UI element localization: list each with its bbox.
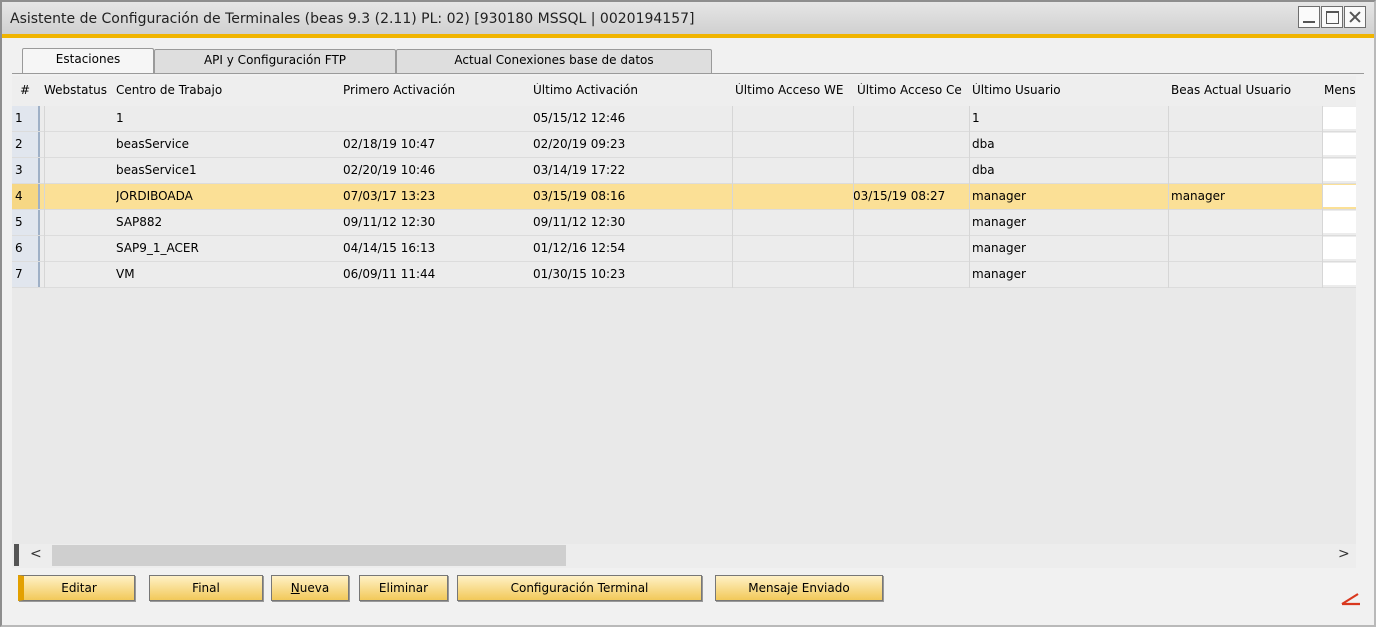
cell-mensaje[interactable]: [1323, 107, 1356, 129]
cell-ultimo: 01/30/15 10:23: [533, 267, 626, 281]
cell-mensaje[interactable]: [1323, 133, 1356, 155]
row-number[interactable]: 7: [12, 262, 40, 287]
column-divider: [44, 106, 45, 288]
horizontal-scrollbar[interactable]: < >: [12, 544, 1356, 568]
resize-grip-icon[interactable]: [1340, 590, 1364, 606]
column-divider: [853, 106, 854, 288]
cell-primero: 06/09/11 11:44: [343, 267, 436, 281]
column-divider: [1322, 106, 1323, 288]
terminal-config-window: Asistente de Configuración de Terminales…: [0, 0, 1376, 627]
row-number[interactable]: 6: [12, 236, 40, 261]
window-title: Asistente de Configuración de Terminales…: [10, 11, 695, 27]
cell-actual-usuario: manager: [1171, 189, 1225, 203]
scroll-right-icon[interactable]: >: [1338, 546, 1350, 562]
cell-centro: beasService1: [116, 163, 197, 177]
tab-divider: [12, 73, 1364, 74]
cell-centro: 1: [116, 111, 124, 125]
stations-grid[interactable]: # Webstatus Centro de Trabajo Primero Ac…: [12, 76, 1356, 544]
nueva-button[interactable]: Nueva: [271, 575, 349, 601]
cell-usuario: manager: [972, 267, 1026, 281]
title-bar[interactable]: Asistente de Configuración de Terminales…: [2, 2, 1374, 38]
cell-ultimo: 03/14/19 17:22: [533, 163, 626, 177]
col-header-actual-usuario[interactable]: Beas Actual Usuario: [1171, 83, 1319, 97]
close-icon[interactable]: [1344, 6, 1366, 28]
cell-centro: SAP9_1_ACER: [116, 241, 199, 255]
table-row[interactable]: 2 beasService 02/18/19 10:47 02/20/19 09…: [12, 132, 1356, 158]
scrollbar-left-marker: [14, 544, 19, 566]
cell-usuario: dba: [972, 163, 995, 177]
table-row[interactable]: 5 SAP882 09/11/12 12:30 09/11/12 12:30 m…: [12, 210, 1356, 236]
row-number[interactable]: 3: [12, 158, 40, 183]
row-number[interactable]: 1: [12, 106, 40, 131]
grid-header: # Webstatus Centro de Trabajo Primero Ac…: [12, 76, 1356, 106]
col-header-ultimo[interactable]: Último Activación: [533, 83, 733, 97]
col-header-number[interactable]: #: [20, 83, 38, 97]
cell-centro: SAP882: [116, 215, 163, 229]
table-row[interactable]: 7 VM 06/09/11 11:44 01/30/15 10:23 manag…: [12, 262, 1356, 288]
col-header-webstatus[interactable]: Webstatus: [44, 83, 116, 97]
cell-ultimo: 05/15/12 12:46: [533, 111, 626, 125]
cell-mensaje[interactable]: [1323, 185, 1356, 207]
cell-mensaje[interactable]: [1323, 159, 1356, 181]
tab-estaciones[interactable]: Estaciones: [22, 48, 154, 74]
cell-mensaje[interactable]: [1323, 237, 1356, 259]
cell-acceso-ce: 03/15/19 08:27: [853, 189, 946, 203]
row-number[interactable]: 5: [12, 210, 40, 235]
cell-mensaje[interactable]: [1323, 263, 1356, 285]
nueva-hotkey-letter: N: [290, 581, 300, 595]
cell-usuario: manager: [972, 215, 1026, 229]
col-header-acceso-ce[interactable]: Último Acceso Ce: [857, 83, 969, 97]
cell-primero: 09/11/12 12:30: [343, 215, 436, 229]
maximize-icon[interactable]: [1321, 6, 1343, 28]
cell-ultimo: 01/12/16 12:54: [533, 241, 626, 255]
row-number[interactable]: 4: [12, 184, 40, 209]
column-divider: [1168, 106, 1169, 288]
col-header-mensaje[interactable]: Mens: [1324, 83, 1356, 97]
cell-ultimo: 09/11/12 12:30: [533, 215, 626, 229]
tab-conexiones-db[interactable]: Actual Conexiones base de datos: [396, 49, 712, 73]
col-header-centro[interactable]: Centro de Trabajo: [116, 83, 336, 97]
col-header-usuario[interactable]: Último Usuario: [972, 83, 1167, 97]
cell-usuario: manager: [972, 241, 1026, 255]
eliminar-button[interactable]: Eliminar: [359, 575, 448, 601]
cell-primero: 07/03/17 13:23: [343, 189, 436, 203]
cell-usuario: manager: [972, 189, 1026, 203]
cell-centro: beasService: [116, 137, 189, 151]
minimize-icon[interactable]: [1298, 6, 1320, 28]
cell-centro: JORDIBOADA: [116, 189, 193, 203]
final-button[interactable]: Final: [149, 575, 263, 601]
tab-api-ftp[interactable]: API y Configuración FTP: [154, 49, 396, 73]
editar-button[interactable]: Editar: [18, 575, 135, 601]
col-header-acceso-we[interactable]: Último Acceso WE: [735, 83, 853, 97]
cell-usuario: dba: [972, 137, 995, 151]
cell-centro: VM: [116, 267, 135, 281]
column-divider: [732, 106, 733, 288]
cell-ultimo: 02/20/19 09:23: [533, 137, 626, 151]
cell-primero: 02/18/19 10:47: [343, 137, 436, 151]
column-divider: [969, 106, 970, 288]
cell-usuario: 1: [972, 111, 980, 125]
table-row-selected[interactable]: 4 JORDIBOADA 07/03/17 13:23 03/15/19 08:…: [12, 184, 1356, 210]
scroll-left-icon[interactable]: <: [30, 546, 42, 562]
row-number[interactable]: 2: [12, 132, 40, 157]
cell-primero: 02/20/19 10:46: [343, 163, 436, 177]
nueva-label-rest: ueva: [299, 581, 330, 595]
col-header-primero[interactable]: Primero Activación: [343, 83, 523, 97]
cell-ultimo: 03/15/19 08:16: [533, 189, 626, 203]
mensaje-enviado-button[interactable]: Mensaje Enviado: [715, 575, 883, 601]
cell-primero: 04/14/15 16:13: [343, 241, 436, 255]
configuracion-terminal-button[interactable]: Configuración Terminal: [457, 575, 702, 601]
table-row[interactable]: 3 beasService1 02/20/19 10:46 03/14/19 1…: [12, 158, 1356, 184]
table-row[interactable]: 6 SAP9_1_ACER 04/14/15 16:13 01/12/16 12…: [12, 236, 1356, 262]
scrollbar-thumb[interactable]: [52, 545, 566, 566]
table-row[interactable]: 1 1 05/15/12 12:46 1: [12, 106, 1356, 132]
cell-mensaje[interactable]: [1323, 211, 1356, 233]
